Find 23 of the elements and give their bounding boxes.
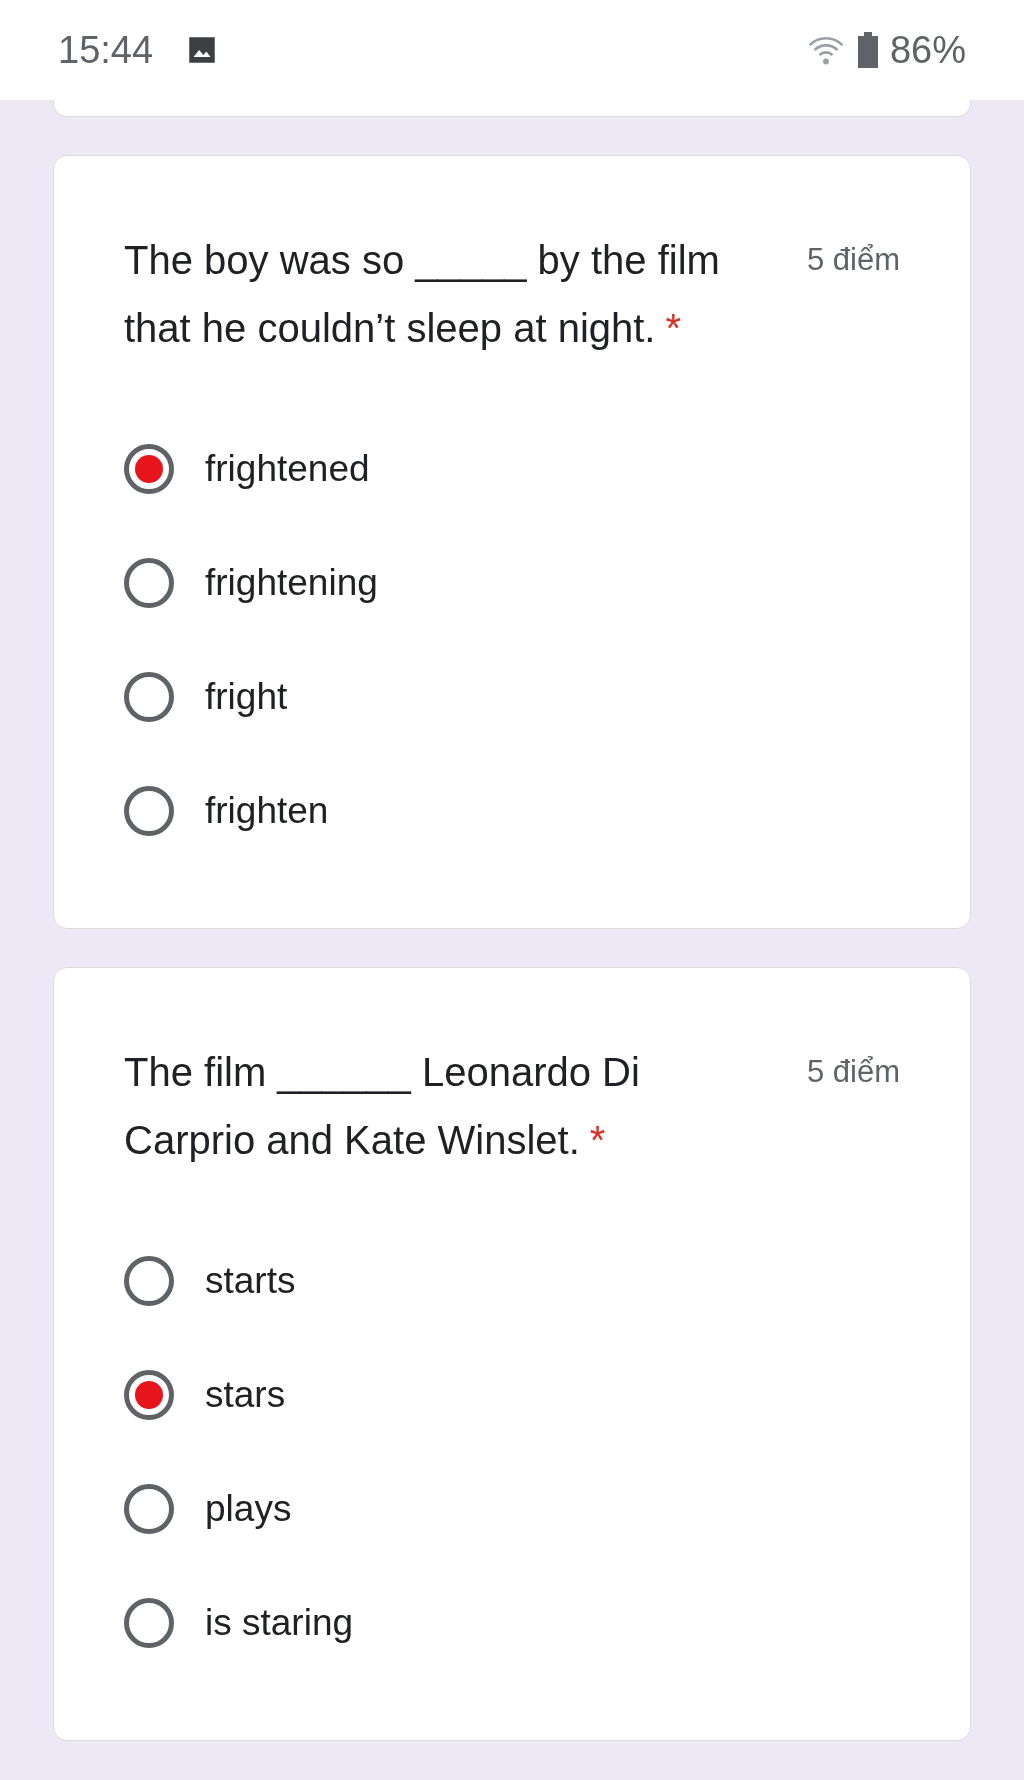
option-label: fright [205, 676, 288, 718]
option-label: frighten [205, 790, 329, 832]
radio-button[interactable] [124, 1370, 174, 1420]
points-label: 5 điểm [806, 1053, 900, 1090]
question-text: The film ______ Leonardo Di Carprio and Kate Winslet. * [124, 1049, 641, 1164]
radio-button[interactable] [124, 444, 174, 494]
option-label: starts [205, 1260, 296, 1302]
option-label: stars [205, 1374, 286, 1416]
option-label: is staring [205, 1602, 354, 1644]
radio-button[interactable] [124, 558, 174, 608]
radio-button[interactable] [124, 1256, 174, 1306]
option-label: frightening [205, 562, 378, 604]
option-label: plays [205, 1488, 292, 1530]
radio-button[interactable] [124, 1484, 174, 1534]
clock: 15:44 [58, 28, 154, 72]
points-label: 5 điểm [806, 241, 900, 278]
radio-button[interactable] [124, 786, 174, 836]
radio-button[interactable] [124, 672, 174, 722]
radio-button[interactable] [124, 1598, 174, 1648]
option-label: frightened [205, 448, 370, 490]
question-text: The boy was so _____ by the film that he couldn’t sleep at night. * [124, 237, 721, 352]
battery-percentage: 86% [889, 28, 966, 72]
battery-icon [857, 32, 878, 68]
